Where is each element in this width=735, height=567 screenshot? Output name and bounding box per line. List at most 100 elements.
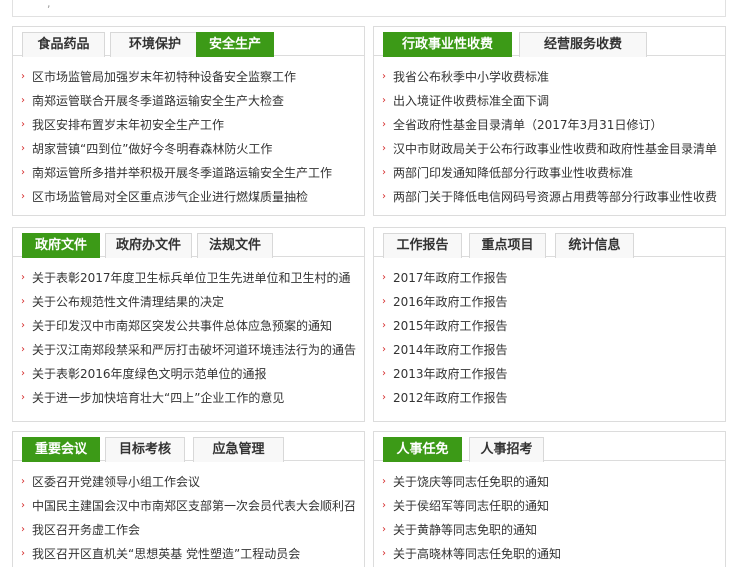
list-item[interactable]: › 我区召开区直机关“思想英基 党性塑造”工程动员会 (13, 542, 364, 566)
list-item[interactable]: › 全省政府性基金目录清单（2017年3月31日修订） (374, 113, 725, 137)
list-item[interactable]: › 关于饶庆等同志任免职的通知 (374, 470, 725, 494)
list-item-link[interactable]: 关于黄静等同志免职的通知 (393, 523, 537, 537)
tab-reports-1[interactable]: 重点项目 (469, 233, 546, 258)
list-item[interactable]: › 2014年政府工作报告 (374, 338, 725, 362)
list-item[interactable]: › 关于高晓林等同志任免职的通知 (374, 542, 725, 566)
list-item-link[interactable]: 区委召开党建领导小组工作会议 (32, 475, 200, 489)
list-item-link[interactable]: 南郑运管所多措并举积极开展冬季道路运输安全生产工作 (32, 166, 332, 180)
list-item[interactable]: › 区市场监管局对全区重点涉气企业进行燃煤质量抽检 (13, 185, 364, 209)
tab-bar: 工作报告 重点项目 统计信息 (374, 228, 725, 258)
list-item-link[interactable]: 2014年政府工作报告 (393, 343, 508, 357)
list-item-link[interactable]: 两部门印发通知降低部分行政事业性收费标准 (393, 166, 633, 180)
list-item-link[interactable]: 区市场监管局加强岁末年初特种设备安全监察工作 (32, 70, 296, 84)
list-item-link[interactable]: 关于高晓林等同志任免职的通知 (393, 547, 561, 561)
tab-personnel-1[interactable]: 人事招考 (469, 437, 544, 462)
tab-safety-1[interactable]: 环境保护 (110, 32, 200, 57)
tab-fees-1[interactable]: 经营服务收费 (519, 32, 647, 57)
list-item-link[interactable]: 关于表彰2016年度绿色文明示范单位的通报 (32, 367, 267, 381)
tab-bar: 政府文件 政府办文件 法规文件 (13, 228, 364, 258)
tab-fees-0[interactable]: 行政事业性收费 (383, 32, 512, 57)
chevron-right-icon: › (21, 296, 25, 307)
chevron-right-icon: › (382, 296, 386, 307)
list-item[interactable]: › 汉中市财政局关于公布行政事业性收费和政府性基金目录清单 (374, 137, 725, 161)
list-item[interactable]: › 胡家营镇“四到位”做好今冬明春森林防火工作 (13, 137, 364, 161)
tab-gov-docs-1[interactable]: 政府办文件 (105, 233, 192, 258)
chevron-right-icon: › (382, 143, 386, 154)
list-item-link[interactable]: 2017年政府工作报告 (393, 271, 508, 285)
list-item[interactable]: › 关于表彰2016年度绿色文明示范单位的通报 (13, 362, 364, 386)
tab-safety-0[interactable]: 食品药品 (22, 32, 105, 57)
list-item[interactable]: › 关于公布规范性文件清理结果的决定 (13, 290, 364, 314)
list-item-link[interactable]: 两部门关于降低电信网码号资源占用费等部分行政事业性收费 (393, 190, 717, 204)
list-item[interactable]: › 中国民主建国会汉中市南郑区支部第一次会员代表大会顺利召 (13, 494, 364, 518)
list-item[interactable]: › 两部门关于降低电信网码号资源占用费等部分行政事业性收费 (374, 185, 725, 209)
list-item[interactable]: › 关于侯绍军等同志任职的通知 (374, 494, 725, 518)
chevron-right-icon: › (21, 344, 25, 355)
list-item-link[interactable]: 关于进一步加快培育壮大“四上”企业工作的意见 (32, 391, 284, 405)
list-item-link[interactable]: 出入境证件收费标准全面下调 (393, 94, 549, 108)
list-item[interactable]: › 出入境证件收费标准全面下调 (374, 89, 725, 113)
list-item-link[interactable]: 2015年政府工作报告 (393, 319, 508, 333)
list-item[interactable]: › 我区召开务虚工作会 (13, 518, 364, 542)
panel-personnel: 人事任免 人事招考 › 关于饶庆等同志任免职的通知 › 关于侯绍军等同志任职的通知 › 关于黄… (373, 431, 726, 567)
list-item[interactable]: › 我区安排布置岁末年初安全生产工作 (13, 113, 364, 137)
list-item-link[interactable]: 关于表彰2017年度卫生标兵单位卫生先进单位和卫生村的通 (32, 271, 351, 285)
list-item-link[interactable]: 胡家营镇“四到位”做好今冬明春森林防火工作 (32, 142, 272, 156)
list-item-link[interactable]: 中国民主建国会汉中市南郑区支部第一次会员代表大会顺利召 (32, 499, 356, 513)
tab-meetings-0[interactable]: 重要会议 (22, 437, 100, 462)
list-item[interactable]: › 区市场监管局加强岁末年初特种设备安全监察工作 (13, 65, 364, 89)
list-item[interactable]: › 关于黄静等同志免职的通知 (374, 518, 725, 542)
list-item-link[interactable]: 区市场监管局对全区重点涉气企业进行燃煤质量抽检 (32, 190, 308, 204)
list-item-link[interactable]: 关于侯绍军等同志任职的通知 (393, 499, 549, 513)
list-item[interactable]: › 区委召开党建领导小组工作会议 (13, 470, 364, 494)
list-item-link[interactable]: 2012年政府工作报告 (393, 391, 508, 405)
chevron-right-icon: › (382, 500, 386, 511)
list-item[interactable]: › 南郑运管所多措并举积极开展冬季道路运输安全生产工作 (13, 161, 364, 185)
chevron-right-icon: › (382, 71, 386, 82)
list-item-link[interactable]: 南郑运管联合开展冬季道路运输安全生产大检查 (32, 94, 284, 108)
tab-gov-docs-0[interactable]: 政府文件 (22, 233, 100, 258)
chevron-right-icon: › (21, 392, 25, 403)
list-item-link[interactable]: 我区召开务虚工作会 (32, 523, 140, 537)
list-item[interactable]: › 2016年政府工作报告 (374, 290, 725, 314)
chevron-right-icon: › (21, 272, 25, 283)
tab-meetings-1[interactable]: 目标考核 (105, 437, 185, 462)
tab-reports-2[interactable]: 统计信息 (555, 233, 634, 258)
list-item[interactable]: › 关于印发汉中市南郑区突发公共事件总体应急预案的通知 (13, 314, 364, 338)
tab-reports-0[interactable]: 工作报告 (383, 233, 462, 258)
list-item-link[interactable]: 关于印发汉中市南郑区突发公共事件总体应急预案的通知 (32, 319, 332, 333)
list-item-link[interactable]: 我省公布秋季中小学收费标准 (393, 70, 549, 84)
list-item[interactable]: › 2015年政府工作报告 (374, 314, 725, 338)
list-item-link[interactable]: 汉中市财政局关于公布行政事业性收费和政府性基金目录清单 (393, 142, 717, 156)
list-item-link[interactable]: 我区安排布置岁末年初安全生产工作 (32, 118, 224, 132)
list-item-link[interactable]: 关于汉江南郑段禁采和严厉打击破坏河道环境违法行为的通告 (32, 343, 356, 357)
list-item[interactable]: › 2013年政府工作报告 (374, 362, 725, 386)
chevron-right-icon: › (382, 344, 386, 355)
panel-meetings: 重要会议 目标考核 应急管理 › 区委召开党建领导小组工作会议 › 中国民主建国会汉中市南郑… (12, 431, 365, 567)
chevron-right-icon: › (382, 167, 386, 178)
tab-bar: 重要会议 目标考核 应急管理 (13, 432, 364, 462)
list-item[interactable]: › 关于进一步加快培育壮大“四上”企业工作的意见 (13, 386, 364, 410)
list-item[interactable]: › 南郑运管联合开展冬季道路运输安全生产大检查 (13, 89, 364, 113)
list-item-link[interactable]: 全省政府性基金目录清单（2017年3月31日修订） (393, 118, 662, 132)
panel-reports: 工作报告 重点项目 统计信息 › 2017年政府工作报告 › 2016年政府工作报告 › 201… (373, 227, 726, 422)
chevron-right-icon: › (21, 500, 25, 511)
chevron-right-icon: › (21, 119, 25, 130)
list-item[interactable]: › 2012年政府工作报告 (374, 386, 725, 410)
chevron-right-icon: › (382, 320, 386, 331)
list-item[interactable]: › 我省公布秋季中小学收费标准 (374, 65, 725, 89)
list-item-link[interactable]: 我区召开区直机关“思想英基 党性塑造”工程动员会 (32, 547, 300, 561)
list-item-link[interactable]: 关于饶庆等同志任免职的通知 (393, 475, 549, 489)
tab-safety-2[interactable]: 安全生产 (196, 32, 274, 57)
list-item[interactable]: › 2017年政府工作报告 (374, 266, 725, 290)
list-item-link[interactable]: 2016年政府工作报告 (393, 295, 508, 309)
list-item[interactable]: › 关于表彰2017年度卫生标兵单位卫生先进单位和卫生村的通 (13, 266, 364, 290)
list-item-link[interactable]: 2013年政府工作报告 (393, 367, 508, 381)
tab-gov-docs-2[interactable]: 法规文件 (197, 233, 273, 258)
list-item[interactable]: › 两部门印发通知降低部分行政事业性收费标准 (374, 161, 725, 185)
list-item-link[interactable]: 关于公布规范性文件清理结果的决定 (32, 295, 224, 309)
tab-meetings-2[interactable]: 应急管理 (193, 437, 284, 462)
news-list: › 我省公布秋季中小学收费标准 › 出入境证件收费标准全面下调 › 全省政府性基金目录清单… (374, 65, 725, 209)
list-item[interactable]: › 关于汉江南郑段禁采和严厉打击破坏河道环境违法行为的通告 (13, 338, 364, 362)
tab-personnel-0[interactable]: 人事任免 (383, 437, 462, 462)
